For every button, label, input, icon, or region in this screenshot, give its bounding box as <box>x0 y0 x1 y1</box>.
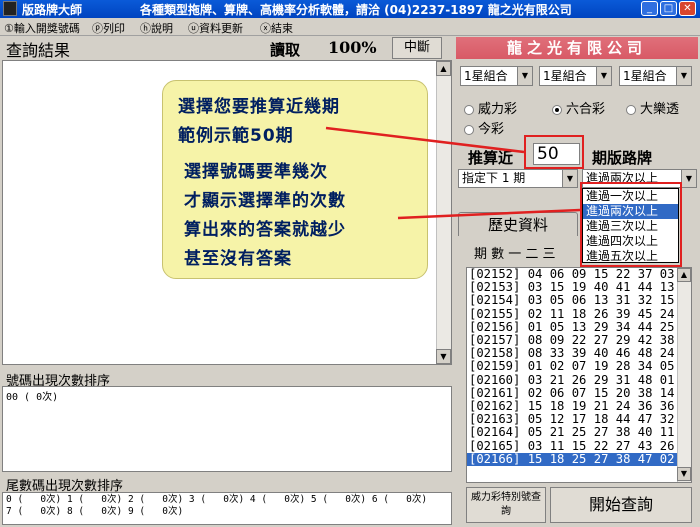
annotation-arrows <box>325 126 581 220</box>
arrow-to-dropdown <box>397 208 581 220</box>
arrow-to-input <box>325 126 525 154</box>
